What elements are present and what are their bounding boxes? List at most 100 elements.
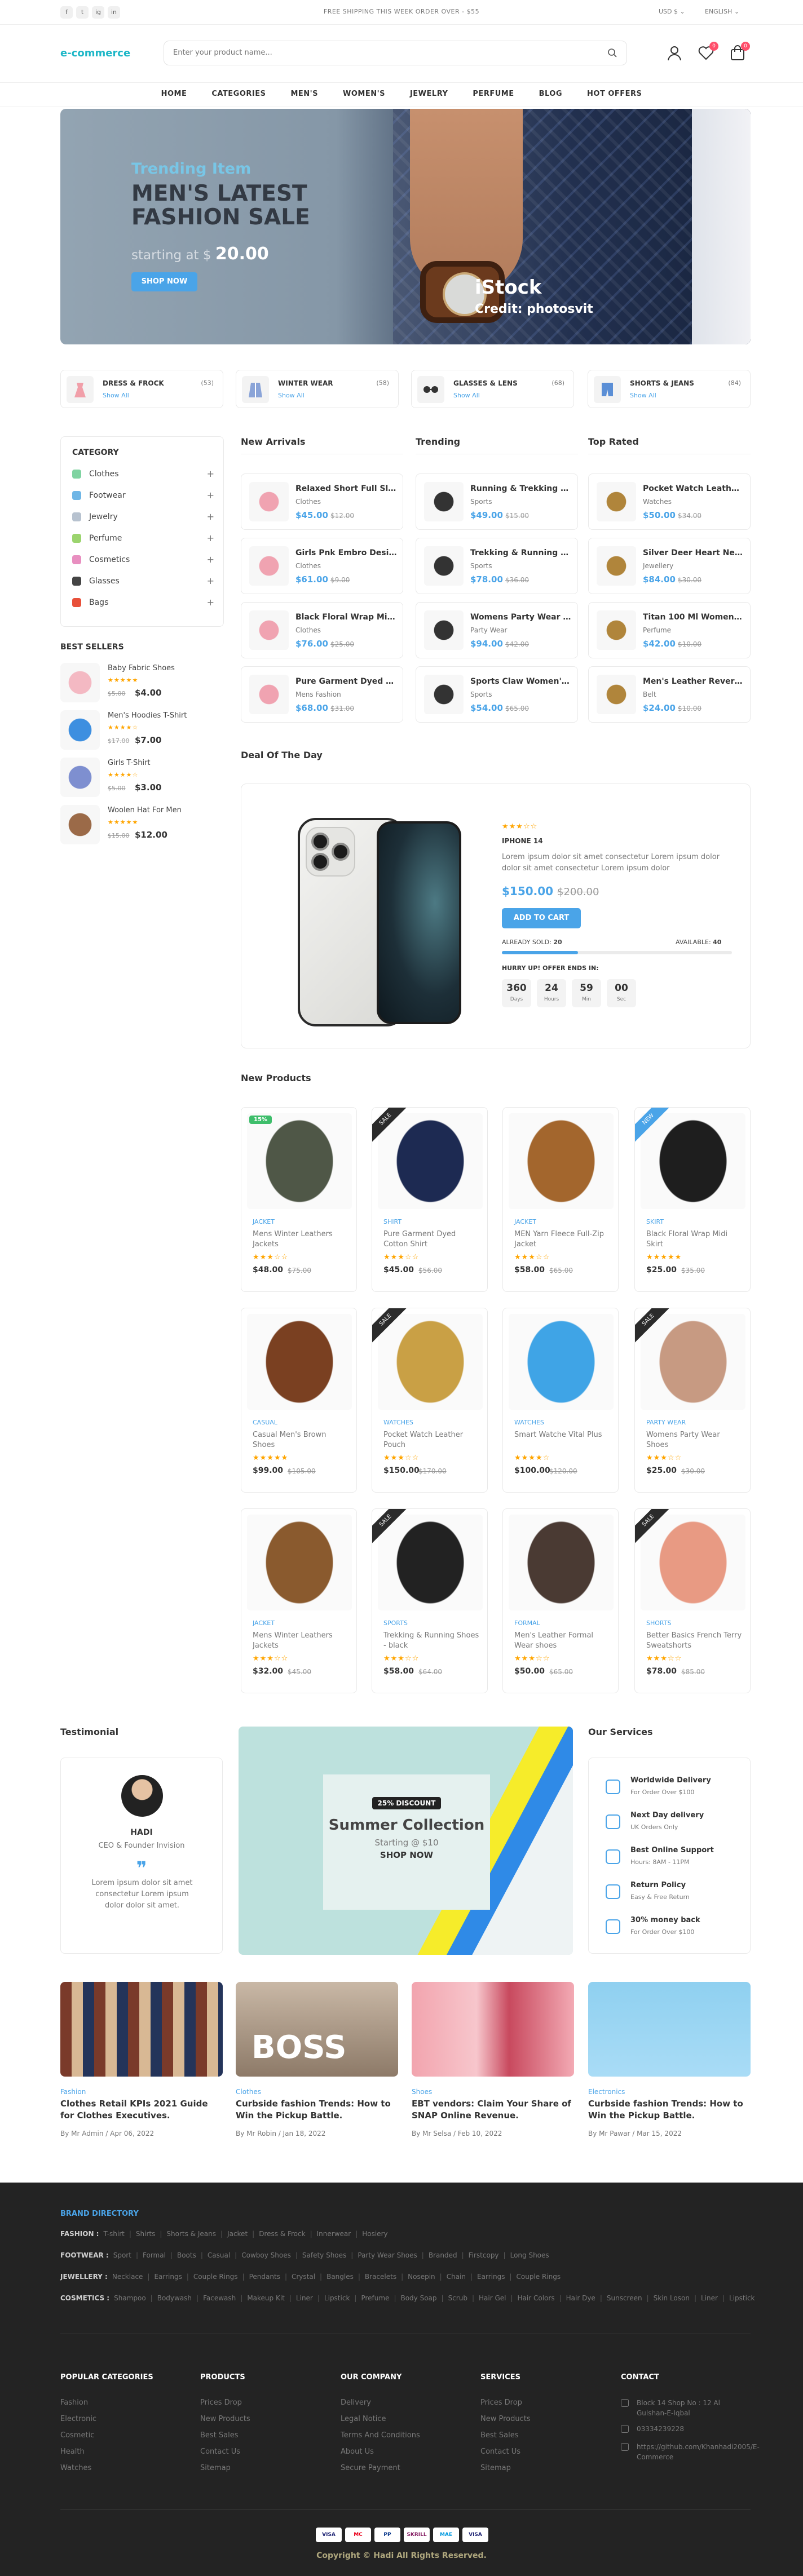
product-card[interactable]: SALE PARTY WEAR Womens Party Wear Shoes ★★★… [634,1308,751,1493]
directory-link[interactable]: Hair Dye [566,2294,595,2302]
directory-link[interactable]: Lipstick [324,2294,350,2302]
product-card[interactable]: CASUAL Casual Men's Brown Shoes ★★★★★ $99.0… [241,1308,357,1493]
blog-category[interactable]: Clothes [236,2088,261,2096]
sidebar-item-clothes[interactable]: Clothes + [72,468,214,481]
directory-link[interactable]: Necklace [112,2273,143,2281]
product-name[interactable]: Running & Trekking Shoes - White [470,484,572,493]
directory-link[interactable]: Shorts & Jeans [166,2230,216,2238]
plus-icon[interactable]: + [207,468,214,479]
sidebar-item-cosmetics[interactable]: Cosmetics + [72,554,214,566]
mini-product-card[interactable]: Trekking & Running Shoes - black Sports $7… [416,538,578,594]
directory-link[interactable]: Body Soap [400,2294,436,2302]
sidebar-item-perfume[interactable]: Perfume + [72,533,214,545]
product-card[interactable]: JACKET MEN Yarn Fleece Full-Zip Jacket ★★★… [502,1107,619,1292]
footer-link[interactable]: Legal Notice [341,2411,420,2427]
blog-title[interactable]: Curbside fashion Trends: How to Win the … [588,2098,751,2122]
mini-product-card[interactable]: Sports Claw Women's Shoes Sports $54.00$65… [416,666,578,723]
product-name[interactable]: Relaxed Short Full Sleeve T-Shirt [295,484,397,493]
directory-link[interactable]: T-shirt [103,2230,124,2238]
nav-jewelry[interactable]: JEWELRY [398,90,460,98]
blog-category[interactable]: Fashion [60,2088,86,2096]
directory-link[interactable]: Sunscreen [607,2294,642,2302]
mini-product-card[interactable]: Silver Deer Heart Necklace Jewellery $84.0… [588,538,751,594]
footer-link[interactable]: Electronic [60,2411,96,2427]
blog-card[interactable]: Electronics Curbside fashion Trends: How … [588,1982,751,2157]
site-logo[interactable]: e-commerce [60,47,130,59]
product-name[interactable]: MEN Yarn Fleece Full-Zip Jacket [514,1229,610,1250]
currency-select[interactable]: USD $ ⌄ [659,8,685,15]
product-card[interactable]: SALE SPORTS Trekking & Running Shoes - bla… [372,1508,488,1693]
product-name[interactable]: Pure Garment Dyed Cotton Shirt [383,1229,479,1250]
mini-product-card[interactable]: Black Floral Wrap Midi Skirt Clothes $76.0… [241,602,403,658]
directory-link[interactable]: Bracelets [365,2273,396,2281]
blog-title[interactable]: Clothes Retail KPIs 2021 Guide for Cloth… [60,2098,223,2122]
best-seller-item[interactable]: Baby Fabric Shoes ★★★★★ $5.00 $4.00 [60,663,224,705]
product-card[interactable]: SALE SHORTS Better Basics French Terry Swe… [634,1508,751,1693]
product-name[interactable]: Pure Garment Dyed Cotton Shirt [295,677,397,686]
directory-link[interactable]: Makeup Kit [247,2294,285,2302]
cart-button[interactable]: 0 [729,42,750,62]
product-name[interactable]: Girls Pnk Embro Design Top [295,548,397,557]
mini-product-card[interactable]: Relaxed Short Full Sleeve T-Shirt Clothes… [241,473,403,530]
mini-product-card[interactable]: Pure Garment Dyed Cotton Shirt Mens Fashi… [241,666,403,723]
product-card[interactable]: WATCHES Smart Watche Vital Plus ★★★★☆ $100.… [502,1308,619,1493]
show-all-link[interactable]: Show All [453,392,480,399]
blog-category[interactable]: Shoes [412,2088,432,2096]
product-name[interactable]: Men's Leather Formal Wear shoes [514,1631,610,1651]
directory-link[interactable]: Boots [177,2251,196,2259]
directory-link[interactable]: Couple Rings [193,2273,238,2281]
footer-link[interactable]: Best Sales [200,2427,250,2444]
directory-link[interactable]: Hosiery [362,2230,387,2238]
directory-link[interactable]: Bangles [327,2273,354,2281]
directory-link[interactable]: Cowboy Shoes [241,2251,291,2259]
product-category[interactable]: SHIRT [383,1218,402,1225]
directory-link[interactable]: Skin Loson [654,2294,690,2302]
product-category[interactable]: JACKET [514,1218,536,1225]
directory-link[interactable]: Casual [208,2251,230,2259]
blog-title[interactable]: Curbside fashion Trends: How to Win the … [236,2098,398,2122]
footer-link[interactable]: Terms And Conditions [341,2427,420,2444]
product-category[interactable]: PARTY WEAR [646,1419,686,1426]
search-icon[interactable] [607,48,617,58]
directory-link[interactable]: Shampoo [114,2294,146,2302]
footer-link[interactable]: Prices Drop [200,2394,250,2411]
sidebar-item-bags[interactable]: Bags + [72,597,214,609]
footer-link[interactable]: New Products [200,2411,250,2427]
product-name[interactable]: Casual Men's Brown Shoes [253,1430,348,1450]
directory-link[interactable]: Scrub [448,2294,467,2302]
directory-link[interactable]: Pendants [249,2273,280,2281]
summer-collection-banner[interactable]: 25% DISCOUNT Summer Collection Starting … [239,1727,573,1955]
sidebar-item-footwear[interactable]: Footwear + [72,490,214,502]
language-select[interactable]: ENGLISH ⌄ [705,8,739,15]
best-seller-item[interactable]: Woolen Hat For Men ★★★★★ $15.00 $12.00 [60,805,224,847]
directory-link[interactable]: Long Shoes [510,2251,549,2259]
footer-link[interactable]: About Us [341,2444,420,2460]
directory-link[interactable]: Hair Colors [518,2294,555,2302]
footer-link[interactable]: Delivery [341,2394,420,2411]
directory-link[interactable]: Prefume [361,2294,389,2302]
directory-link[interactable]: Couple Rings [517,2273,561,2281]
footer-link[interactable]: Watches [60,2460,96,2476]
user-icon[interactable] [665,44,683,62]
footer-link[interactable]: Secure Payment [341,2460,420,2476]
sidebar-item-glasses[interactable]: Glasses + [72,576,214,588]
blog-card[interactable]: Shoes EBT vendors: Claim Your Share of SN… [412,1982,574,2157]
mini-product-card[interactable]: Womens Party Wear Shoes Party Wear $94.00$… [416,602,578,658]
wishlist-button[interactable]: 0 [697,42,718,62]
product-card[interactable]: JACKET Mens Winter Leathers Jackets ★★★☆☆ $… [241,1508,357,1693]
directory-link[interactable]: Hair Gel [479,2294,506,2302]
product-name[interactable]: Smart Watche Vital Plus [514,1430,610,1440]
sidebar-item-jewelry[interactable]: Jewelry + [72,511,214,524]
nav-blog[interactable]: BLOG [527,90,575,98]
directory-link[interactable]: Lipstick [729,2294,755,2302]
nav-womens[interactable]: WOMEN'S [330,90,398,98]
product-category[interactable]: SKIRT [646,1218,664,1225]
category-card[interactable]: WINTER WEAR (58) Show All [236,370,399,408]
blog-card[interactable]: Fashion Clothes Retail KPIs 2021 Guide fo… [60,1982,223,2157]
product-name[interactable]: Sports Claw Women's Shoes [470,677,572,686]
directory-link[interactable]: Formal [143,2251,166,2259]
directory-link[interactable]: Firstcopy [469,2251,499,2259]
footer-link[interactable]: Prices Drop [480,2394,531,2411]
add-to-cart-button[interactable]: ADD TO CART [502,908,581,928]
show-all-link[interactable]: Show All [278,392,305,399]
